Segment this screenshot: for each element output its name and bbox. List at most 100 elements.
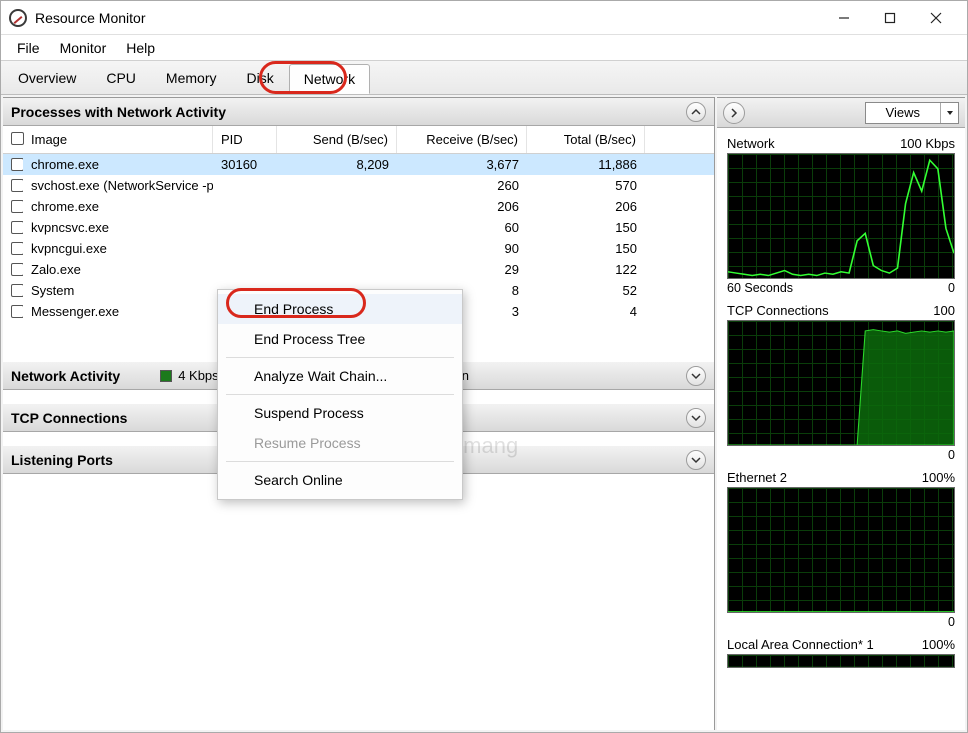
chart-scale: 100%	[922, 637, 955, 652]
table-row[interactable]: chrome.exe 206 206	[3, 196, 714, 217]
chart-footer-left: 60 Seconds	[727, 281, 793, 295]
context-end-process[interactable]: End Process	[218, 294, 462, 324]
views-dropdown[interactable]: Views	[865, 102, 959, 124]
section-title: TCP Connections	[11, 410, 127, 426]
chart-ethernet-2: Ethernet 2 100% 0	[727, 468, 955, 633]
row-checkbox[interactable]	[11, 242, 23, 255]
cell-total: 150	[527, 241, 645, 256]
window-title: Resource Monitor	[35, 10, 821, 26]
row-checkbox[interactable]	[11, 284, 23, 297]
chevron-down-icon	[691, 371, 701, 381]
chevron-down-icon	[691, 455, 701, 465]
processes-section-header[interactable]: Processes with Network Activity	[3, 98, 714, 126]
chart-scale: 100 Kbps	[900, 136, 955, 151]
context-separator	[226, 394, 454, 395]
processes-section-title: Processes with Network Activity	[11, 104, 226, 120]
tab-cpu[interactable]: CPU	[91, 63, 151, 93]
row-checkbox[interactable]	[11, 200, 23, 213]
cell-total: 4	[527, 304, 645, 319]
chart-title: Network	[727, 136, 775, 151]
chart-title: Ethernet 2	[727, 470, 787, 485]
col-image[interactable]: Image	[23, 126, 213, 153]
maximize-button[interactable]	[867, 3, 913, 33]
cell-total: 122	[527, 262, 645, 277]
chart-canvas	[727, 320, 955, 446]
table-row[interactable]: svchost.exe (NetworkService -p 260 570	[3, 175, 714, 196]
context-search-online[interactable]: Search Online	[218, 465, 462, 495]
chevron-down-icon	[946, 109, 954, 117]
chart-canvas	[727, 153, 955, 279]
chart-footer-right: 0	[948, 448, 955, 462]
collapse-toggle[interactable]	[686, 102, 706, 122]
cell-recv: 3,677	[397, 157, 527, 172]
cell-image: svchost.exe (NetworkService -p	[23, 178, 213, 193]
cell-total: 52	[527, 283, 645, 298]
context-suspend-process[interactable]: Suspend Process	[218, 398, 462, 428]
tab-memory[interactable]: Memory	[151, 63, 232, 93]
cell-image: System	[23, 283, 213, 298]
charts-container: Network 100 Kbps 60 Seconds 0 TCP Connec…	[717, 128, 965, 682]
cell-image: kvpncgui.exe	[23, 241, 213, 256]
col-recv[interactable]: Receive (B/sec)	[397, 126, 527, 153]
process-table-header: Image PID Send (B/sec) Receive (B/sec) T…	[3, 126, 714, 154]
cell-total: 206	[527, 199, 645, 214]
chart-tcp-connections: TCP Connections 100 0	[727, 301, 955, 466]
menu-file[interactable]: File	[7, 38, 50, 58]
cell-image: chrome.exe	[23, 199, 213, 214]
cell-image: chrome.exe	[23, 157, 213, 172]
row-checkbox[interactable]	[11, 263, 23, 276]
context-analyze-wait-chain-[interactable]: Analyze Wait Chain...	[218, 361, 462, 391]
col-send[interactable]: Send (B/sec)	[277, 126, 397, 153]
col-pid[interactable]: PID	[213, 126, 277, 153]
cell-total: 11,886	[527, 157, 645, 172]
row-checkbox[interactable]	[11, 221, 23, 234]
chart-footer-right: 0	[948, 615, 955, 629]
chart-local-area-connection-1: Local Area Connection* 1 100%	[727, 635, 955, 674]
close-button[interactable]	[913, 3, 959, 33]
cell-recv: 29	[397, 262, 527, 277]
section-title: Network Activity	[11, 368, 120, 384]
title-bar: Resource Monitor	[1, 1, 967, 35]
row-checkbox[interactable]	[11, 179, 23, 192]
chart-footer-right: 0	[948, 281, 955, 295]
row-checkbox[interactable]	[11, 158, 23, 171]
table-row[interactable]: kvpncsvc.exe 60 150	[3, 217, 714, 238]
table-row[interactable]: chrome.exe 30160 8,209 3,677 11,886	[3, 154, 714, 175]
minimize-button[interactable]	[821, 3, 867, 33]
tab-disk[interactable]: Disk	[231, 63, 288, 93]
menu-help[interactable]: Help	[116, 38, 165, 58]
expand-toggle[interactable]	[686, 366, 706, 386]
chevron-right-icon	[729, 108, 739, 118]
views-dropdown-arrow[interactable]	[940, 103, 958, 123]
cell-send: 8,209	[277, 157, 397, 172]
chart-scale: 100	[933, 303, 955, 318]
right-pane: Views Network 100 Kbps 60 Seconds 0 TCP …	[717, 97, 965, 730]
cell-recv: 90	[397, 241, 527, 256]
cell-recv: 60	[397, 220, 527, 235]
minimize-icon	[838, 12, 850, 24]
col-total[interactable]: Total (B/sec)	[527, 126, 645, 153]
chevron-down-icon	[691, 413, 701, 423]
menu-bar: FileMonitorHelp	[1, 35, 967, 61]
body-area: Processes with Network Activity Image PI…	[1, 95, 967, 732]
maximize-icon	[884, 12, 896, 24]
tab-overview[interactable]: Overview	[3, 63, 91, 93]
context-resume-process: Resume Process	[218, 428, 462, 458]
expand-toggle[interactable]	[686, 408, 706, 428]
tab-network[interactable]: Network	[289, 64, 370, 94]
cell-pid: 30160	[213, 157, 277, 172]
context-menu: End ProcessEnd Process Tree Analyze Wait …	[217, 289, 463, 500]
expand-toggle[interactable]	[686, 450, 706, 470]
context-separator	[226, 461, 454, 462]
cell-image: Messenger.exe	[23, 304, 213, 319]
chart-title: TCP Connections	[727, 303, 829, 318]
table-row[interactable]: kvpncgui.exe 90 150	[3, 238, 714, 259]
left-pane: Processes with Network Activity Image PI…	[3, 97, 715, 730]
menu-monitor[interactable]: Monitor	[50, 38, 117, 58]
nav-right-button[interactable]	[723, 102, 745, 124]
table-row[interactable]: Zalo.exe 29 122	[3, 259, 714, 280]
row-checkbox[interactable]	[11, 305, 23, 318]
chart-title: Local Area Connection* 1	[727, 637, 874, 652]
chart-scale: 100%	[922, 470, 955, 485]
context-end-process-tree[interactable]: End Process Tree	[218, 324, 462, 354]
